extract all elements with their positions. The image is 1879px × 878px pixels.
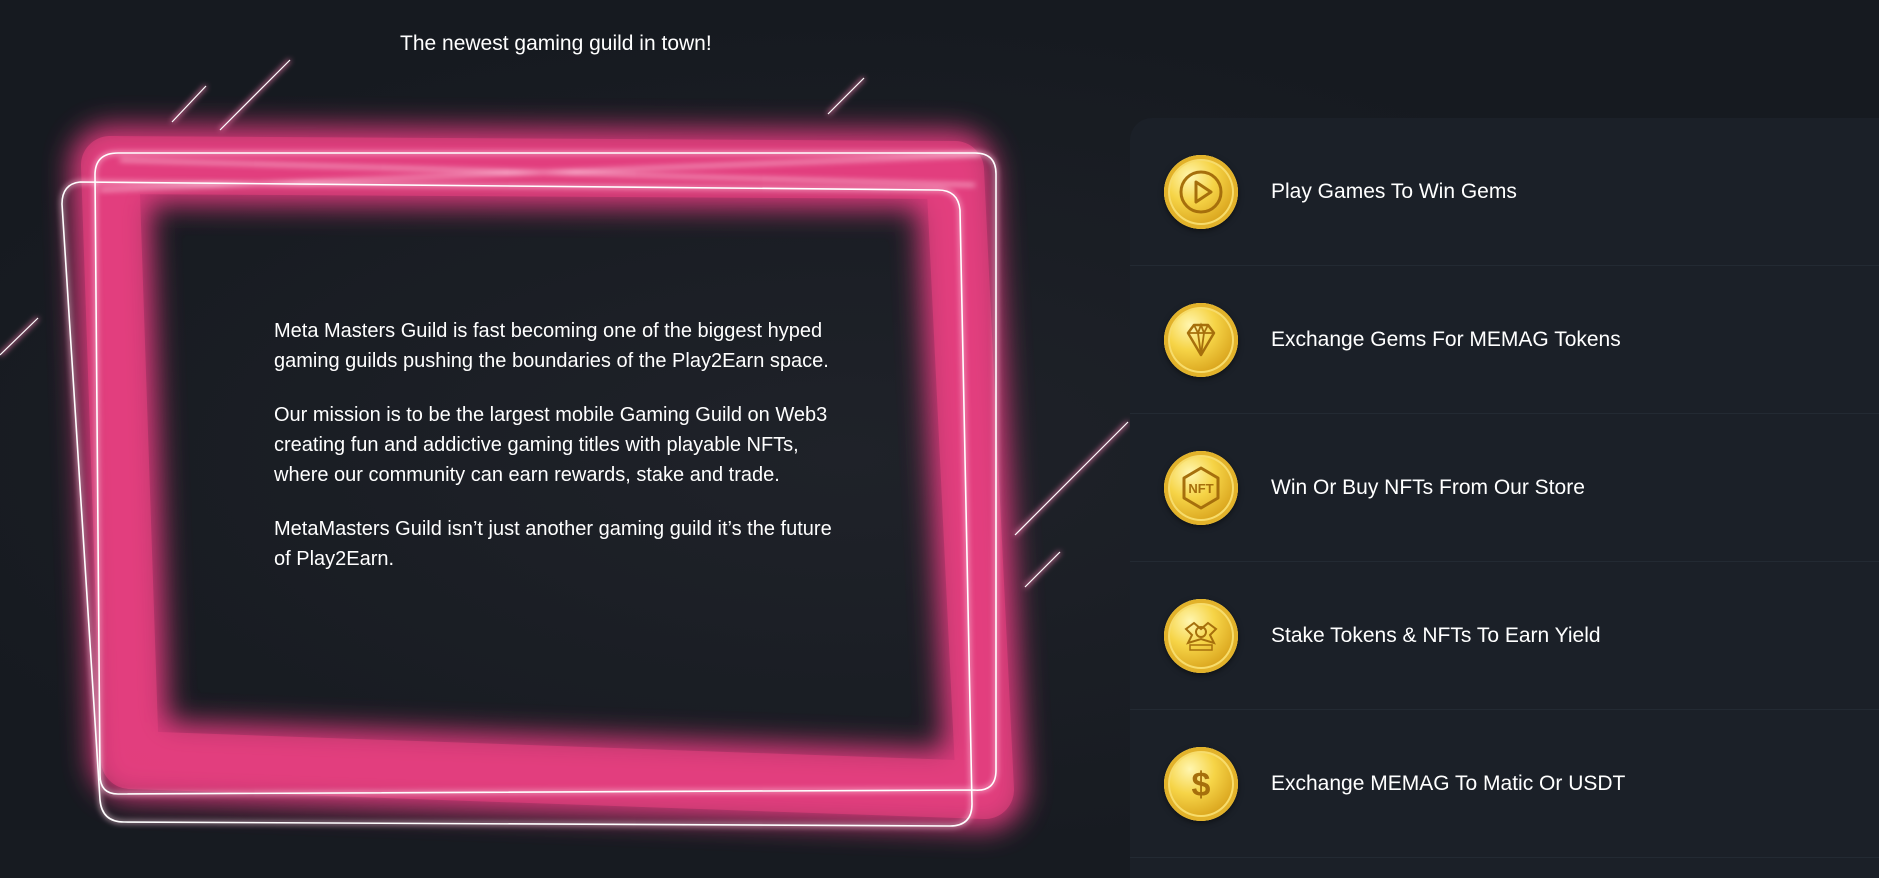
feature-item-exchange-memag: $ Exchange MEMAG To Matic Or USDT <box>1130 710 1879 858</box>
play-icon <box>1164 155 1238 229</box>
intro-paragraph: MetaMasters Guild isn’t just another gam… <box>274 518 832 570</box>
feature-item-nft-store: NFT Win Or Buy NFTs From Our Store <box>1130 414 1879 562</box>
intro-text: Meta Masters Guild is fast becoming one … <box>274 316 834 598</box>
feature-label: Exchange MEMAG To Matic Or USDT <box>1271 772 1626 795</box>
nft-icon: NFT <box>1164 451 1238 525</box>
feature-item-stake: Stake Tokens & NFTs To Earn Yield <box>1130 562 1879 710</box>
feature-item-play-games: Play Games To Win Gems <box>1130 118 1879 266</box>
feature-item-exchange-gems: Exchange Gems For MEMAG Tokens <box>1130 266 1879 414</box>
feature-label: Stake Tokens & NFTs To Earn Yield <box>1271 624 1601 647</box>
feature-label: Play Games To Win Gems <box>1271 180 1517 203</box>
feature-label: Win Or Buy NFTs From Our Store <box>1271 476 1585 499</box>
guild-crest-icon <box>1164 599 1238 673</box>
diamond-icon <box>1164 303 1238 377</box>
intro-paragraph: Meta Masters Guild is fast becoming one … <box>274 320 829 372</box>
dollar-icon: $ <box>1164 747 1238 821</box>
intro-paragraph: Our mission is to be the largest mobile … <box>274 404 828 486</box>
features-panel: Play Games To Win Gems Exchange Gems For… <box>1130 118 1879 878</box>
feature-label: Exchange Gems For MEMAG Tokens <box>1271 328 1621 351</box>
dollar-icon-text: $ <box>1192 766 1211 804</box>
nft-icon-text: NFT <box>1188 481 1213 496</box>
